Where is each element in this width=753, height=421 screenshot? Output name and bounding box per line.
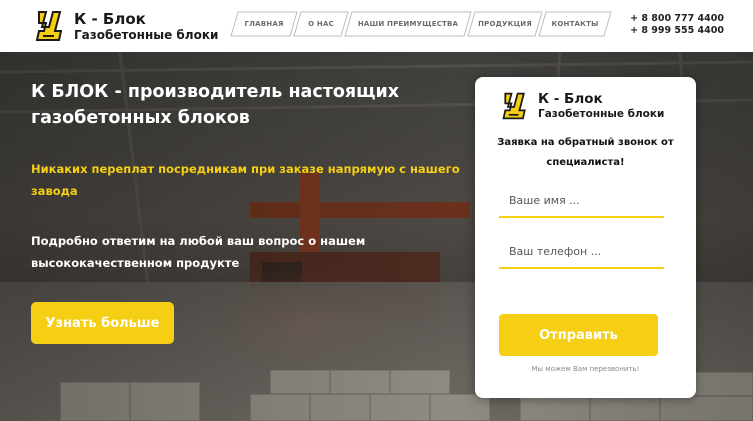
nav-item-contacts[interactable]: КОНТАКТЫ bbox=[538, 11, 612, 37]
hero-highlight-text: Никаких переплат посредникам при заказе … bbox=[31, 162, 460, 198]
nav-item-products[interactable]: ПРОДУКЦИЯ bbox=[467, 11, 543, 37]
nav-item-advantages[interactable]: НАШИ ПРЕИМУЩЕСТВА bbox=[344, 11, 472, 37]
form-logo-subtitle: Газобетонные блоки bbox=[538, 108, 665, 120]
form-logo-title: К - Блок bbox=[538, 91, 603, 107]
logo-subtitle: Газобетонные блоки bbox=[74, 28, 219, 42]
hero-title: К БЛОК - производитель настоящих газобет… bbox=[31, 82, 400, 128]
site-header: К - Блок Газобетонные блоки ГЛАВНАЯ О НА… bbox=[0, 0, 753, 52]
k-block-logo-icon bbox=[33, 9, 67, 43]
nav-item-home[interactable]: ГЛАВНАЯ bbox=[230, 11, 298, 37]
site-logo[interactable]: К - Блок Газобетонные блоки bbox=[33, 8, 218, 46]
k-block-logo-icon bbox=[502, 92, 526, 120]
form-note: Мы можем Вам перезвонить! bbox=[531, 365, 640, 373]
nav-item-about[interactable]: О НАС bbox=[293, 11, 349, 37]
form-logo: К - Блок Газобетонные блоки bbox=[500, 90, 685, 124]
callback-form-card: К - Блок Газобетонные блоки Заявка на об… bbox=[475, 77, 696, 398]
phone-input[interactable] bbox=[499, 235, 664, 269]
learn-more-button[interactable]: Узнать больше bbox=[31, 302, 174, 344]
nav-label: ПРОДУКЦИЯ bbox=[478, 20, 532, 28]
logo-title: К - Блок bbox=[74, 10, 146, 28]
form-heading: Заявка на обратный звонок от специалиста… bbox=[497, 137, 674, 168]
phone-link[interactable]: + 8 800 777 4400 bbox=[630, 13, 724, 25]
hero-description: Подробно ответим на любой ваш вопрос о н… bbox=[31, 234, 366, 270]
phone-link[interactable]: + 8 999 555 4400 bbox=[630, 25, 724, 37]
nav-label: ГЛАВНАЯ bbox=[244, 20, 284, 28]
nav-label: НАШИ ПРЕИМУЩЕСТВА bbox=[357, 20, 459, 28]
nav-label: О НАС bbox=[308, 20, 334, 28]
nav-label: КОНТАКТЫ bbox=[551, 20, 599, 28]
phone-numbers: + 8 800 777 4400 + 8 999 555 4400 bbox=[630, 13, 724, 37]
name-input[interactable] bbox=[499, 184, 664, 218]
submit-button[interactable]: Отправить bbox=[499, 314, 658, 356]
